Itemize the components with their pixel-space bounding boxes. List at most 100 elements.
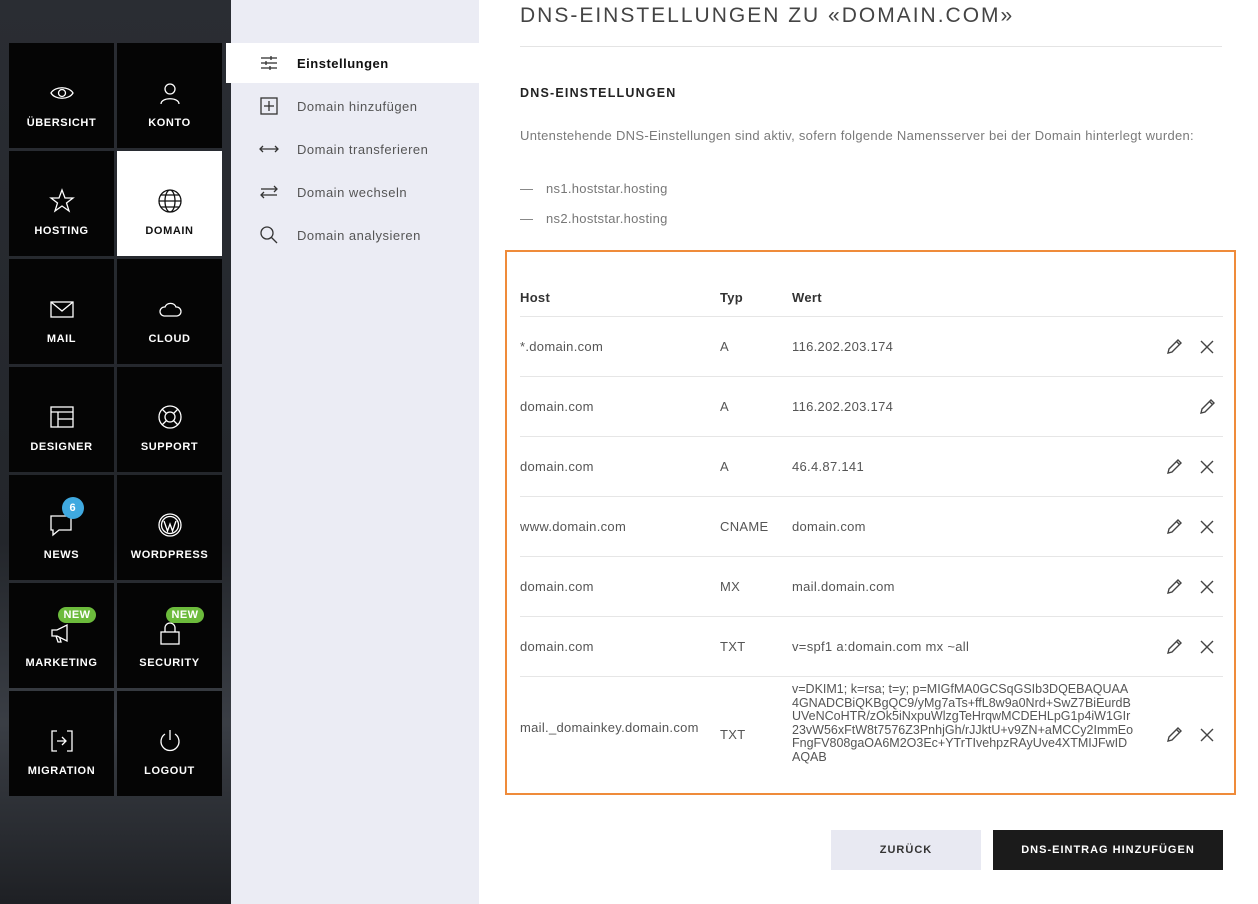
cell-wert: 116.202.203.174 (792, 339, 894, 354)
nav-tile-news[interactable]: 6 NEWS (9, 475, 114, 580)
delete-button[interactable] (1197, 637, 1217, 657)
delete-button[interactable] (1197, 517, 1217, 537)
submenu-item-domain-transferieren[interactable]: Domain transferieren (231, 129, 479, 169)
column-header-wert: Wert (792, 290, 822, 305)
nav-tile-designer[interactable]: DESIGNER (9, 367, 114, 472)
submenu-item-einstellungen[interactable]: Einstellungen (226, 43, 479, 83)
delete-button[interactable] (1197, 457, 1217, 477)
cloud-icon (156, 295, 184, 323)
edit-button[interactable] (1164, 725, 1184, 745)
page-title: DNS-EINSTELLUNGEN ZU «DOMAIN.COM» (520, 4, 1015, 27)
table-row: *.domain.com A 116.202.203.174 (520, 316, 1223, 376)
new-badge: NEW (57, 607, 97, 623)
table-row: domain.com MX mail.domain.com (520, 556, 1223, 616)
nav-tile-label: DOMAIN (145, 225, 194, 237)
back-button[interactable]: ZURÜCK (831, 830, 981, 870)
table-row: www.domain.com CNAME domain.com (520, 496, 1223, 556)
news-count-badge: 6 (61, 497, 84, 519)
nav-tile-label: MAIL (46, 333, 77, 345)
user-icon (156, 79, 184, 107)
nav-tile-uebersicht[interactable]: ÜBERSICHT (9, 43, 114, 148)
nav-tile-security[interactable]: NEW SECURITY (117, 583, 222, 688)
nav-tile-label: DESIGNER (30, 441, 93, 453)
arrows-horizontal-icon (258, 138, 280, 160)
eye-icon (48, 79, 76, 107)
nav-tile-support[interactable]: SUPPORT (117, 367, 222, 472)
delete-button[interactable] (1197, 577, 1217, 597)
pencil-icon (1167, 639, 1182, 654)
pencil-icon (1167, 727, 1182, 742)
nav-tile-domain[interactable]: DOMAIN (117, 151, 222, 256)
title-divider (520, 46, 1222, 47)
nav-tile-hosting[interactable]: HOSTING (9, 151, 114, 256)
submenu-item-domain-analysieren[interactable]: Domain analysieren (231, 215, 479, 255)
cell-typ: MX (720, 579, 741, 594)
star-icon (48, 187, 76, 215)
nav-tile-label: WORDPRESS (130, 549, 209, 561)
nameserver-item: — ns1.hoststar.hosting (520, 181, 668, 196)
nav-tile-cloud[interactable]: CLOUD (117, 259, 222, 364)
search-icon (258, 224, 280, 246)
nav-tile-marketing[interactable]: NEW MARKETING (9, 583, 114, 688)
envelope-icon (48, 295, 76, 323)
cell-host: *.domain.com (520, 339, 604, 354)
cell-typ: TXT (720, 727, 746, 742)
cell-host: domain.com (520, 639, 594, 654)
dns-records-table: Host Typ Wert *.domain.com A 116.202.203… (505, 250, 1236, 795)
nav-tile-mail[interactable]: MAIL (9, 259, 114, 364)
layout-icon (48, 403, 76, 431)
close-icon (1200, 728, 1214, 742)
edit-button[interactable] (1164, 637, 1184, 657)
section-title: DNS-EINSTELLUNGEN (520, 86, 677, 100)
nav-tile-label: SECURITY (139, 657, 200, 669)
nav-tile-logout[interactable]: LOGOUT (117, 691, 222, 796)
cell-wert: 46.4.87.141 (792, 459, 864, 474)
edit-button[interactable] (1164, 457, 1184, 477)
submenu-item-label: Domain hinzufügen (297, 98, 418, 114)
edit-button[interactable] (1164, 577, 1184, 597)
cell-host: www.domain.com (520, 519, 627, 534)
nav-tile-wordpress[interactable]: WORDPRESS (117, 475, 222, 580)
close-icon (1200, 580, 1214, 594)
close-icon (1200, 640, 1214, 654)
plus-square-icon (258, 95, 280, 117)
table-row: domain.com A 46.4.87.141 (520, 436, 1223, 496)
column-header-host: Host (520, 290, 551, 305)
submenu-item-label: Domain transferieren (297, 141, 429, 157)
cell-wert: mail.domain.com (792, 579, 895, 594)
table-row: domain.com TXT v=spf1 a:domain.com mx ~a… (520, 616, 1223, 676)
add-dns-record-button[interactable]: DNS-EINTRAG HINZUFÜGEN (993, 830, 1223, 870)
wordpress-icon (156, 511, 184, 539)
pencil-icon (1200, 399, 1215, 414)
cell-typ: TXT (720, 639, 746, 654)
delete-button[interactable] (1197, 337, 1217, 357)
close-icon (1200, 460, 1214, 474)
chat-icon: 6 (48, 497, 84, 539)
edit-button[interactable] (1197, 397, 1217, 417)
lifebuoy-icon (156, 403, 184, 431)
nav-tile-konto[interactable]: KONTO (117, 43, 222, 148)
globe-icon (156, 187, 184, 215)
cell-wert: 116.202.203.174 (792, 399, 894, 414)
pencil-icon (1167, 579, 1182, 594)
cell-typ: CNAME (720, 519, 769, 534)
pencil-icon (1167, 459, 1182, 474)
edit-button[interactable] (1164, 337, 1184, 357)
submenu-item-domain-wechseln[interactable]: Domain wechseln (231, 172, 479, 212)
submenu-item-label: Einstellungen (297, 55, 389, 71)
column-header-typ: Typ (720, 290, 744, 305)
nameserver-description: Untenstehende DNS-Einstellungen sind akt… (520, 128, 1194, 143)
cell-typ: A (720, 459, 729, 474)
main-content: DNS-EINSTELLUNGEN ZU «DOMAIN.COM» DNS-EI… (479, 0, 1258, 904)
submenu-item-domain-hinzufuegen[interactable]: Domain hinzufügen (231, 86, 479, 126)
edit-button[interactable] (1164, 517, 1184, 537)
cell-host: domain.com (520, 399, 594, 414)
nav-tile-label: KONTO (148, 117, 191, 129)
delete-button[interactable] (1197, 725, 1217, 745)
nameserver-item: — ns2.hoststar.hosting (520, 211, 668, 226)
pencil-icon (1167, 339, 1182, 354)
nav-tile-label: LOGOUT (144, 765, 195, 777)
cell-typ: A (720, 399, 729, 414)
nav-tile-label: HOSTING (34, 225, 89, 237)
nav-tile-migration[interactable]: MIGRATION (9, 691, 114, 796)
